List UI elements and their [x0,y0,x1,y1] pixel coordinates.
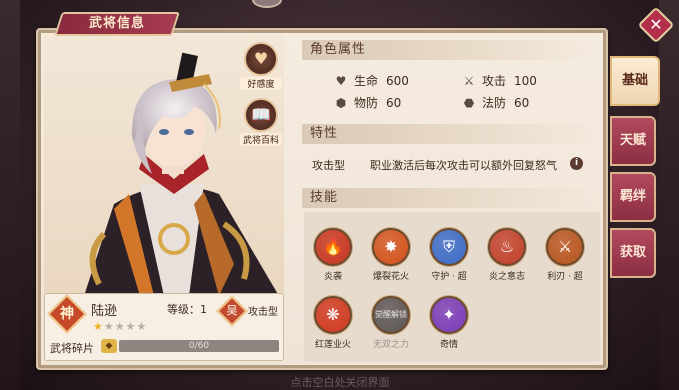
attribute-attack: ⚔ 攻击 100 [462,72,537,89]
skill-6-name: 红莲业火 [314,340,351,350]
close-icon: ✕ [649,15,663,34]
flame-will-icon: ♨ [488,228,526,266]
panel-title: 武将信息 [54,12,180,36]
trait-description: 职业激活后每次攻击可以额外回复怒气 [370,159,557,172]
hero-summary-card: 神 陆逊 等级：1 ★★★★★ 吴 攻击型 武将碎片 ◆ 0/60 [44,293,284,361]
attribute-attack-label: 攻击 [482,74,507,88]
attribute-hp: ♥ 生命 600 [334,72,409,89]
rank-badge: 神 [47,294,87,334]
skill-7-locked[interactable]: 觉醒解锁 无双之力 [362,296,420,350]
skill-6[interactable]: ❋ 红莲业火 [304,296,362,350]
skill-4-name: 炎之意志 [488,272,525,282]
tab-basics[interactable]: 基础 [610,56,660,106]
attribute-hp-value: 600 [386,74,409,88]
shard-progress-text: 0/60 [188,341,210,351]
skill-8[interactable]: ✦ 奇情 [420,296,478,350]
trait-header: 特性 [302,124,600,144]
blade-icon: ⚔ [546,228,584,266]
attribute-mag-def-label: 法防 [482,96,507,110]
trait-name: 攻击型 [312,159,345,172]
attribute-phys-def-value: 60 [386,96,402,110]
skill-2[interactable]: ✸ 爆裂花火 [362,228,420,282]
hero-name: 陆逊 [91,304,118,319]
faction-badge-text: 吴 [226,304,238,317]
attribute-attack-value: 100 [514,74,537,88]
skill-5-name: 利刃 · 超 [547,272,583,282]
skill-7-name: 无双之力 [372,340,409,350]
footer-hint: 点击空白处关闭界面 [290,376,390,389]
skill-8-name: 奇情 [439,340,458,350]
affection-button[interactable]: ♥ 好感度 [240,42,282,90]
locked-skill-icon: 觉醒解锁 [372,296,410,334]
skill-3[interactable]: ⛨ 守护 · 超 [420,228,478,282]
rank-badge-text: 神 [60,306,74,322]
star-off-icons: ★★★★ [103,320,148,333]
attribute-mag-def: ⬣ 法防 60 [462,94,530,111]
fire-strike-icon: 🔥 [314,228,352,266]
attribute-phys-def-label: 物防 [354,96,379,110]
shard-progress-bar: 0/60 [119,340,279,352]
explosion-icon: ✸ [372,228,410,266]
panel-title-text: 武将信息 [88,16,145,31]
hero-encyclopedia-button[interactable]: 📖 武将百科 [240,98,282,146]
awaken-unlock-text: 觉醒解锁 [375,310,407,319]
attribute-hp-label: 生命 [354,74,379,88]
tab-obtain[interactable]: 获取 [610,228,656,278]
hero-level: 等级：1 [167,303,207,316]
affection-label: 好感度 [240,77,282,90]
attributes-header: 角色属性 [302,40,600,60]
info-icon[interactable]: i [570,157,583,170]
faction-badge: 吴 [216,295,248,327]
red-lotus-icon: ❋ [314,296,352,334]
tab-talent[interactable]: 天赋 [610,116,656,166]
book-icon: 📖 [244,98,278,132]
background-pillar-right [659,0,679,390]
magic-shield-icon: ⬣ [463,96,475,110]
skill-1-name: 炎袭 [323,272,342,282]
shard-icon: ◆ [101,339,117,353]
star-on-icon: ★ [93,320,104,333]
heart-icon: ♥ [335,74,347,88]
hero-encyclopedia-label: 武将百科 [240,133,282,146]
tab-bonds[interactable]: 羁绊 [610,172,656,222]
shield-icon: ⬢ [335,96,347,110]
hero-class: 攻击型 [248,307,278,318]
guard-icon: ⛨ [430,228,468,266]
shard-label: 武将碎片 [50,342,94,355]
skill-1[interactable]: 🔥 炎袭 [304,228,362,282]
skills-header: 技能 [302,188,600,208]
background-pillar-left [0,0,20,390]
skill-2-name: 爆裂花火 [372,272,409,282]
star-rating: ★★★★★ [93,320,147,333]
sword-icon: ⚔ [463,74,475,88]
attribute-phys-def: ⬢ 物防 60 [334,94,402,111]
attribute-mag-def-value: 60 [514,96,530,110]
heart-icon: ♥ [244,42,278,76]
skill-3-name: 守护 · 超 [431,272,467,282]
skill-4[interactable]: ♨ 炎之意志 [478,228,536,282]
strange-love-icon: ✦ [430,296,468,334]
skill-5[interactable]: ⚔ 利刃 · 超 [536,228,594,282]
